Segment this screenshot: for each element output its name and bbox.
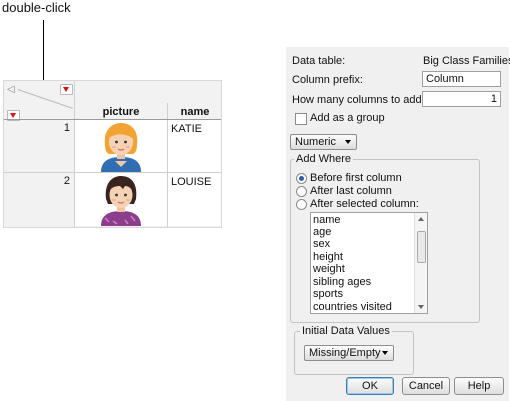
data-type-dropdown[interactable]: Numeric	[290, 134, 357, 150]
data-table-label: Data table:	[292, 55, 346, 67]
add-where-title: Add Where	[294, 153, 354, 165]
girl-brunette-avatar-icon	[101, 176, 141, 226]
list-item[interactable]: countries visited	[313, 301, 392, 313]
list-item[interactable]: name	[313, 214, 341, 226]
list-scrollbar[interactable]	[414, 213, 427, 313]
cancel-button[interactable]: Cancel	[402, 377, 450, 395]
initial-values-value: Missing/Empty	[309, 347, 381, 359]
girl-blonde-avatar-icon	[101, 123, 141, 172]
scroll-down-icon[interactable]	[418, 305, 424, 309]
add-as-group-label: Add as a group	[310, 112, 385, 124]
before-first-column-label: Before first column	[310, 172, 402, 184]
list-item[interactable]: sports	[313, 288, 343, 300]
column-prefix-input[interactable]: Column	[422, 71, 501, 87]
list-item[interactable]: sibling ages	[313, 276, 371, 288]
column-divider	[167, 103, 168, 227]
column-prefix-label: Column prefix:	[292, 74, 363, 86]
chevron-down-icon	[382, 351, 388, 355]
scroll-up-icon[interactable]	[418, 217, 424, 221]
after-last-column-label: After last column	[310, 185, 392, 197]
before-first-column-radio[interactable]	[296, 173, 307, 184]
chevron-down-icon	[345, 140, 351, 144]
initial-values-dropdown[interactable]: Missing/Empty	[304, 345, 394, 361]
column-count-label: How many columns to add:	[292, 94, 425, 106]
scroll-thumb[interactable]	[417, 231, 426, 263]
row-number[interactable]: 2	[50, 175, 70, 187]
data-table: ◁ picture name 1 KATIE 2 LOUISE	[3, 80, 222, 228]
row-number[interactable]: 1	[50, 122, 70, 134]
list-item[interactable]: age	[313, 226, 331, 238]
name-cell[interactable]: KATIE	[171, 123, 202, 135]
header-divider	[4, 119, 221, 120]
name-cell[interactable]: LOUISE	[171, 176, 211, 188]
column-count-input[interactable]: 1	[422, 91, 501, 107]
table-red-triangle-icon[interactable]	[60, 84, 73, 95]
callout-label: double-click	[2, 0, 71, 15]
ok-button[interactable]: OK	[346, 377, 394, 395]
after-selected-column-radio[interactable]	[296, 199, 307, 210]
column-header-picture[interactable]: picture	[76, 106, 166, 118]
initial-values-title: Initial Data Values	[300, 325, 392, 337]
help-button[interactable]: Help	[454, 377, 504, 395]
list-item[interactable]: sex	[313, 238, 330, 250]
after-selected-column-label: After selected column:	[310, 198, 419, 210]
add-columns-dialog: Data table: Big Class Families Column pr…	[286, 47, 510, 401]
column-header-name[interactable]: name	[169, 106, 221, 118]
collapse-arrow-icon[interactable]: ◁	[7, 84, 15, 95]
column-list[interactable]: name age sex height weight sibling ages …	[310, 212, 428, 314]
list-item[interactable]: weight	[313, 263, 345, 275]
row-divider	[4, 172, 221, 173]
rownum-divider	[74, 81, 75, 227]
data-table-value: Big Class Families	[423, 55, 510, 67]
list-item[interactable]: height	[313, 251, 343, 263]
after-last-column-radio[interactable]	[296, 186, 307, 197]
add-as-group-checkbox[interactable]	[295, 113, 307, 125]
data-type-value: Numeric	[295, 136, 336, 148]
